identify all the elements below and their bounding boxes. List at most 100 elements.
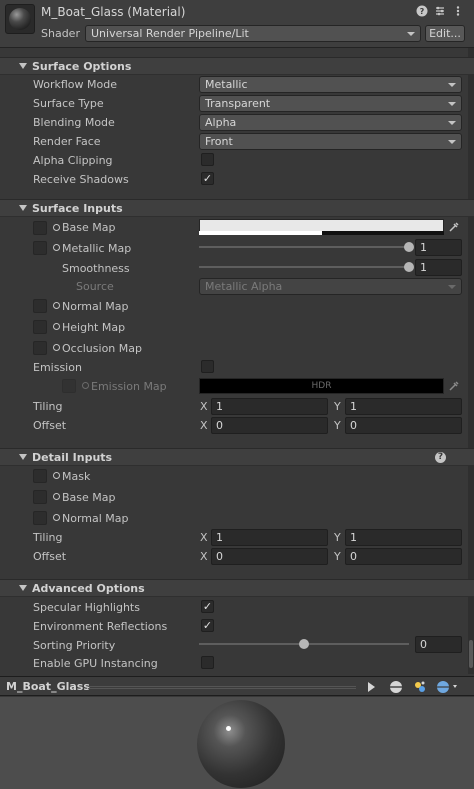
chevron-down-icon <box>448 102 456 106</box>
height-map-label: Height Map <box>62 321 126 334</box>
metallic-slider-track[interactable] <box>199 246 409 248</box>
preview-resize-grip[interactable] <box>88 686 356 689</box>
mask-texture-slot[interactable] <box>33 469 47 483</box>
edit-shader-button[interactable]: Edit... <box>425 25 465 42</box>
base-map-texture-slot[interactable] <box>33 221 47 235</box>
object-picker-icon[interactable] <box>53 323 60 330</box>
sorting-priority-value-field[interactable]: 0 <box>415 636 462 653</box>
metallic-value-field[interactable]: 1 <box>415 239 462 256</box>
object-picker-icon[interactable] <box>53 472 60 479</box>
section-title: Surface Inputs <box>32 202 123 215</box>
metallic-slider-knob[interactable] <box>404 242 414 252</box>
occlusion-map-texture-slot[interactable] <box>33 341 47 355</box>
help-icon[interactable]: ? <box>416 5 428 17</box>
offset-x-field[interactable]: 0 <box>211 417 328 434</box>
normal-map-texture-slot[interactable] <box>33 299 47 313</box>
detail-tiling-label: Tiling <box>33 531 63 544</box>
play-icon[interactable] <box>364 680 378 694</box>
gpu-instancing-checkbox[interactable] <box>201 656 214 669</box>
eyedropper-icon[interactable] <box>448 380 460 392</box>
detail-normal-map-label: Normal Map <box>62 512 129 525</box>
normal-map-label: Normal Map <box>62 300 129 313</box>
section-title: Detail Inputs <box>32 451 113 464</box>
foldout-arrow-icon <box>19 585 27 591</box>
preset-icon[interactable] <box>434 5 446 17</box>
emission-color-field[interactable]: HDR <box>199 378 444 394</box>
sorting-priority-label: Sorting Priority <box>33 639 116 652</box>
dropdown-value: Front <box>205 135 233 148</box>
section-title: Surface Options <box>32 60 132 73</box>
workflow-mode-label: Workflow Mode <box>33 78 117 91</box>
scrollbar-thumb[interactable] <box>469 640 473 668</box>
tiling-x-label: X <box>200 400 208 413</box>
section-surface-options[interactable]: Surface Options <box>0 57 474 75</box>
tiling-y-label: Y <box>334 400 341 413</box>
detail-offset-y-field[interactable]: 0 <box>345 548 462 565</box>
alpha-fill <box>199 231 322 235</box>
light-toggle-icon[interactable] <box>413 680 427 694</box>
chevron-down-icon <box>448 121 456 125</box>
receive-shadows-label: Receive Shadows <box>33 173 129 186</box>
metallic-map-texture-slot[interactable] <box>33 241 47 255</box>
foldout-arrow-icon <box>19 205 27 211</box>
object-picker-icon[interactable] <box>53 344 60 351</box>
section-detail-inputs[interactable]: Detail Inputs ? <box>0 448 474 466</box>
detail-tiling-x-label: X <box>200 531 208 544</box>
tiling-y-field[interactable]: 1 <box>345 398 462 415</box>
specular-highlights-checkbox[interactable]: ✓ <box>201 600 214 613</box>
object-picker-icon[interactable] <box>53 302 60 309</box>
base-map-label: Base Map <box>62 221 116 234</box>
blending-mode-label: Blending Mode <box>33 116 115 129</box>
offset-label: Offset <box>33 419 67 432</box>
object-picker-icon[interactable] <box>53 244 60 251</box>
shader-value: Universal Render Pipeline/Lit <box>91 27 249 40</box>
offset-x-label: X <box>200 419 208 432</box>
base-map-alpha-bar <box>199 231 444 235</box>
shader-dropdown[interactable]: Universal Render Pipeline/Lit <box>85 25 421 42</box>
render-face-dropdown[interactable]: Front <box>199 133 462 150</box>
detail-offset-x-field[interactable]: 0 <box>211 548 328 565</box>
source-dropdown: Metallic Alpha <box>199 278 462 295</box>
eyedropper-icon[interactable] <box>448 221 460 233</box>
svg-text:?: ? <box>420 7 425 16</box>
preview-toolbar: M_Boat_Glass <box>0 676 474 696</box>
smoothness-slider-track[interactable] <box>199 266 409 268</box>
detail-normal-map-texture-slot[interactable] <box>33 511 47 525</box>
dropdown-value: Transparent <box>205 97 271 110</box>
offset-y-field[interactable]: 0 <box>345 417 462 434</box>
workflow-mode-dropdown[interactable]: Metallic <box>199 76 462 93</box>
detail-tiling-y-field[interactable]: 1 <box>345 529 462 546</box>
object-picker-icon[interactable] <box>53 514 60 521</box>
emission-checkbox[interactable] <box>201 360 214 373</box>
object-picker-icon[interactable] <box>53 493 60 500</box>
foldout-arrow-icon <box>19 63 27 69</box>
tiling-x-field[interactable]: 1 <box>211 398 328 415</box>
detail-tiling-x-field[interactable]: 1 <box>211 529 328 546</box>
height-map-texture-slot[interactable] <box>33 320 47 334</box>
help-icon[interactable]: ? <box>435 452 446 463</box>
surface-type-dropdown[interactable]: Transparent <box>199 95 462 112</box>
tiling-label: Tiling <box>33 400 63 413</box>
section-advanced-options[interactable]: Advanced Options <box>0 579 474 597</box>
smoothness-value-field[interactable]: 1 <box>415 259 462 276</box>
section-surface-inputs[interactable]: Surface Inputs <box>0 199 474 217</box>
detail-base-map-texture-slot[interactable] <box>33 490 47 504</box>
section-title: Advanced Options <box>32 582 145 595</box>
surface-type-label: Surface Type <box>33 97 104 110</box>
shader-label: Shader <box>41 27 80 40</box>
preview-mesh-dropdown-icon[interactable] <box>436 680 462 694</box>
detail-offset-label: Offset <box>33 550 67 563</box>
detail-base-map-label: Base Map <box>62 491 116 504</box>
object-picker-icon[interactable] <box>53 224 60 231</box>
menu-kebab-icon[interactable] <box>452 5 464 17</box>
smoothness-slider-knob[interactable] <box>404 262 414 272</box>
receive-shadows-checkbox[interactable]: ✓ <box>201 172 214 185</box>
sorting-priority-slider-knob[interactable] <box>299 639 309 649</box>
blending-mode-dropdown[interactable]: Alpha <box>199 114 462 131</box>
specular-highlights-label: Specular Highlights <box>33 601 140 614</box>
alpha-clipping-checkbox[interactable] <box>201 153 214 166</box>
emission-map-label: Emission Map <box>91 380 167 393</box>
material-title: M_Boat_Glass (Material) <box>41 5 186 19</box>
sphere-mesh-icon[interactable] <box>389 680 403 694</box>
environment-reflections-checkbox[interactable]: ✓ <box>201 619 214 632</box>
